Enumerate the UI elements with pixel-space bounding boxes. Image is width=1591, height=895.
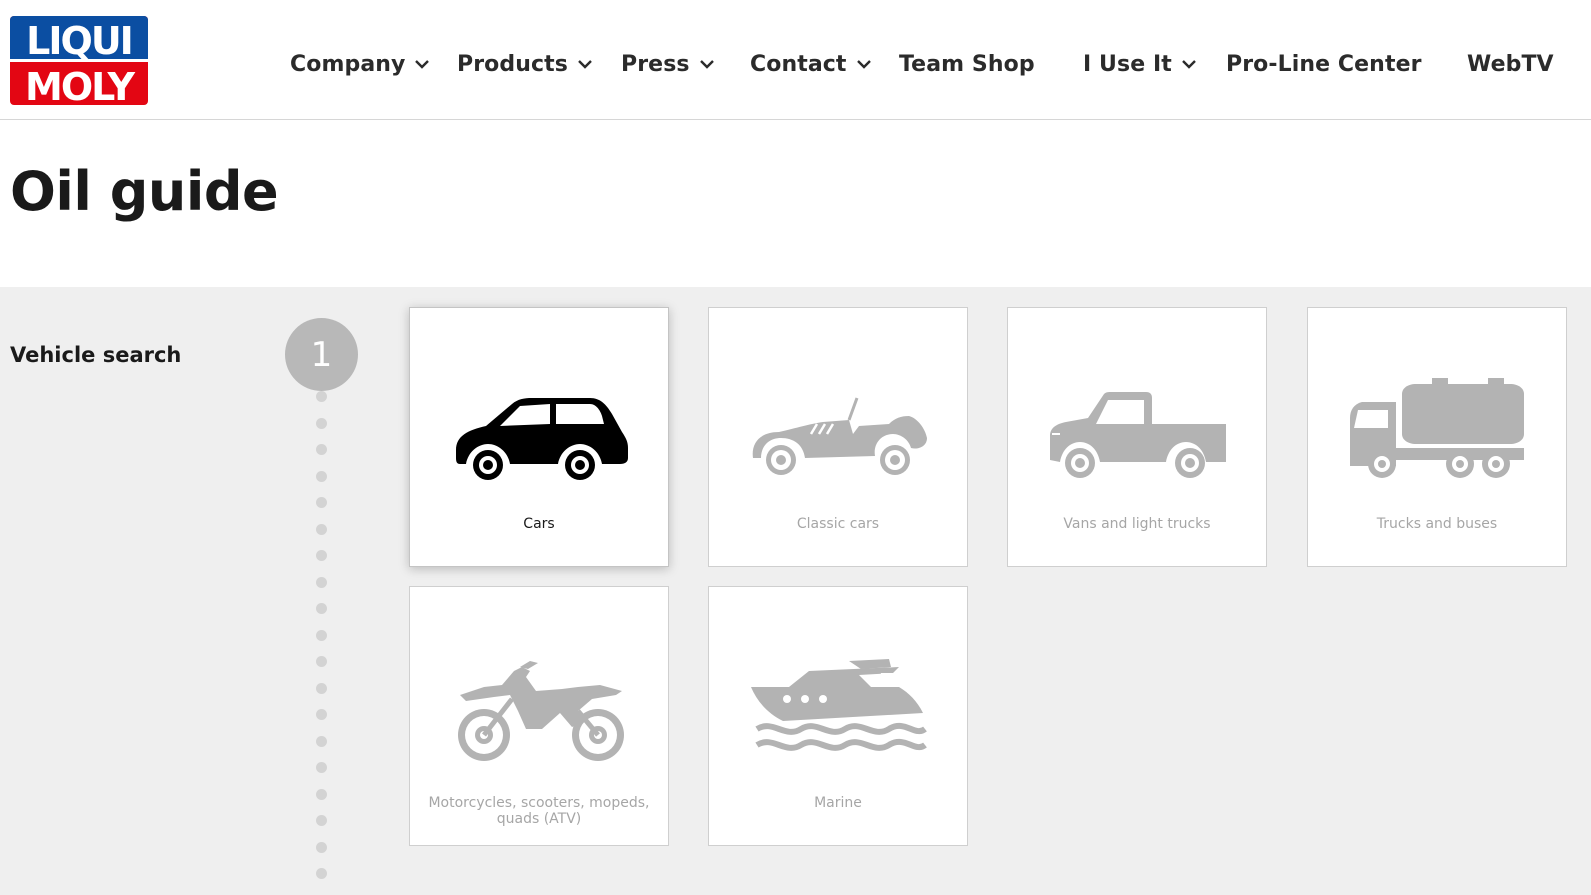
vehicle-tile-label: Vans and light trucks xyxy=(1063,516,1211,532)
vehicle-search-panel: Vehicle search 1 Cars Classic cars Vans … xyxy=(0,287,1591,895)
nav-label: Products xyxy=(457,51,568,77)
nav-label: I Use It xyxy=(1083,51,1172,77)
vehicle-tile-trucks-buses[interactable]: Trucks and buses xyxy=(1307,307,1567,567)
nav-label: Press xyxy=(621,51,690,77)
nav-item-contact[interactable]: Contact xyxy=(750,44,872,84)
nav-item-i-use-it[interactable]: I Use It xyxy=(1083,44,1197,84)
car-icon xyxy=(456,398,628,480)
tanker-truck-icon xyxy=(1350,378,1524,478)
chevron-down-icon xyxy=(578,60,592,69)
vehicle-tile-vans-light-trucks[interactable]: Vans and light trucks xyxy=(1007,307,1267,567)
classic-car-icon xyxy=(752,397,927,475)
progress-dot xyxy=(316,656,327,667)
nav-label: Team Shop xyxy=(899,51,1035,77)
boat-icon xyxy=(751,659,927,751)
progress-dot xyxy=(316,576,327,588)
progress-dot xyxy=(316,470,327,482)
progress-dot xyxy=(316,709,327,720)
progress-dot xyxy=(316,735,327,747)
progress-dot xyxy=(316,417,327,429)
progress-dot xyxy=(316,603,327,614)
nav-item-pro-line-center[interactable]: Pro-Line Center xyxy=(1226,44,1422,84)
nav-label: WebTV xyxy=(1467,51,1554,77)
step-progress-dots xyxy=(316,391,327,891)
progress-dot xyxy=(316,444,327,455)
progress-dot xyxy=(316,841,327,853)
main-navigation: Company Products Press Contact Team Shop… xyxy=(0,44,1591,84)
progress-dot xyxy=(316,762,327,773)
page-title-wrap: Oil guide xyxy=(10,160,279,223)
chevron-down-icon xyxy=(415,60,430,69)
progress-dot xyxy=(316,523,327,535)
motorcycle-icon xyxy=(458,661,624,761)
chevron-down-icon xyxy=(856,60,871,69)
nav-item-press[interactable]: Press xyxy=(621,44,715,84)
chevron-down-icon xyxy=(1182,60,1196,69)
vehicle-tile-classic-cars[interactable]: Classic cars xyxy=(708,307,968,567)
nav-item-webtv[interactable]: WebTV xyxy=(1467,44,1554,84)
step-indicator: 1 xyxy=(285,318,358,391)
vehicle-tile-label: Cars xyxy=(523,516,555,532)
nav-item-team-shop[interactable]: Team Shop xyxy=(899,44,1035,84)
nav-label: Contact xyxy=(750,51,847,77)
progress-dot xyxy=(316,815,327,826)
pickup-truck-icon xyxy=(1050,392,1226,478)
nav-item-company[interactable]: Company xyxy=(290,44,430,84)
progress-dot xyxy=(316,497,327,508)
vehicle-tile-motorcycles[interactable]: Motorcycles, scooters, mopeds, quads (AT… xyxy=(409,586,669,846)
progress-dot xyxy=(316,868,327,879)
vehicle-tile-label: Marine xyxy=(814,795,862,811)
step-number: 1 xyxy=(310,334,333,375)
page-title: Oil guide xyxy=(10,160,279,223)
nav-item-products[interactable]: Products xyxy=(457,44,593,84)
nav-label: Pro-Line Center xyxy=(1226,51,1422,77)
progress-dot xyxy=(316,682,327,694)
chevron-down-icon xyxy=(699,60,714,69)
vehicle-search-label: Vehicle search xyxy=(10,343,182,367)
progress-dot xyxy=(316,550,327,561)
vehicle-tile-label: Motorcycles, scooters, mopeds, quads (AT… xyxy=(428,795,650,827)
site-header: LIQUI MOLY Company Products Press Contac… xyxy=(0,0,1591,120)
progress-dot xyxy=(316,788,327,800)
nav-label: Company xyxy=(290,51,406,77)
progress-dot xyxy=(316,629,327,641)
vehicle-tile-marine[interactable]: Marine xyxy=(708,586,968,846)
vehicle-tile-label: Classic cars xyxy=(796,516,880,532)
vehicle-tile-label: Trucks and buses xyxy=(1376,516,1498,532)
progress-dot xyxy=(316,391,327,402)
vehicle-tile-cars[interactable]: Cars xyxy=(409,307,669,567)
